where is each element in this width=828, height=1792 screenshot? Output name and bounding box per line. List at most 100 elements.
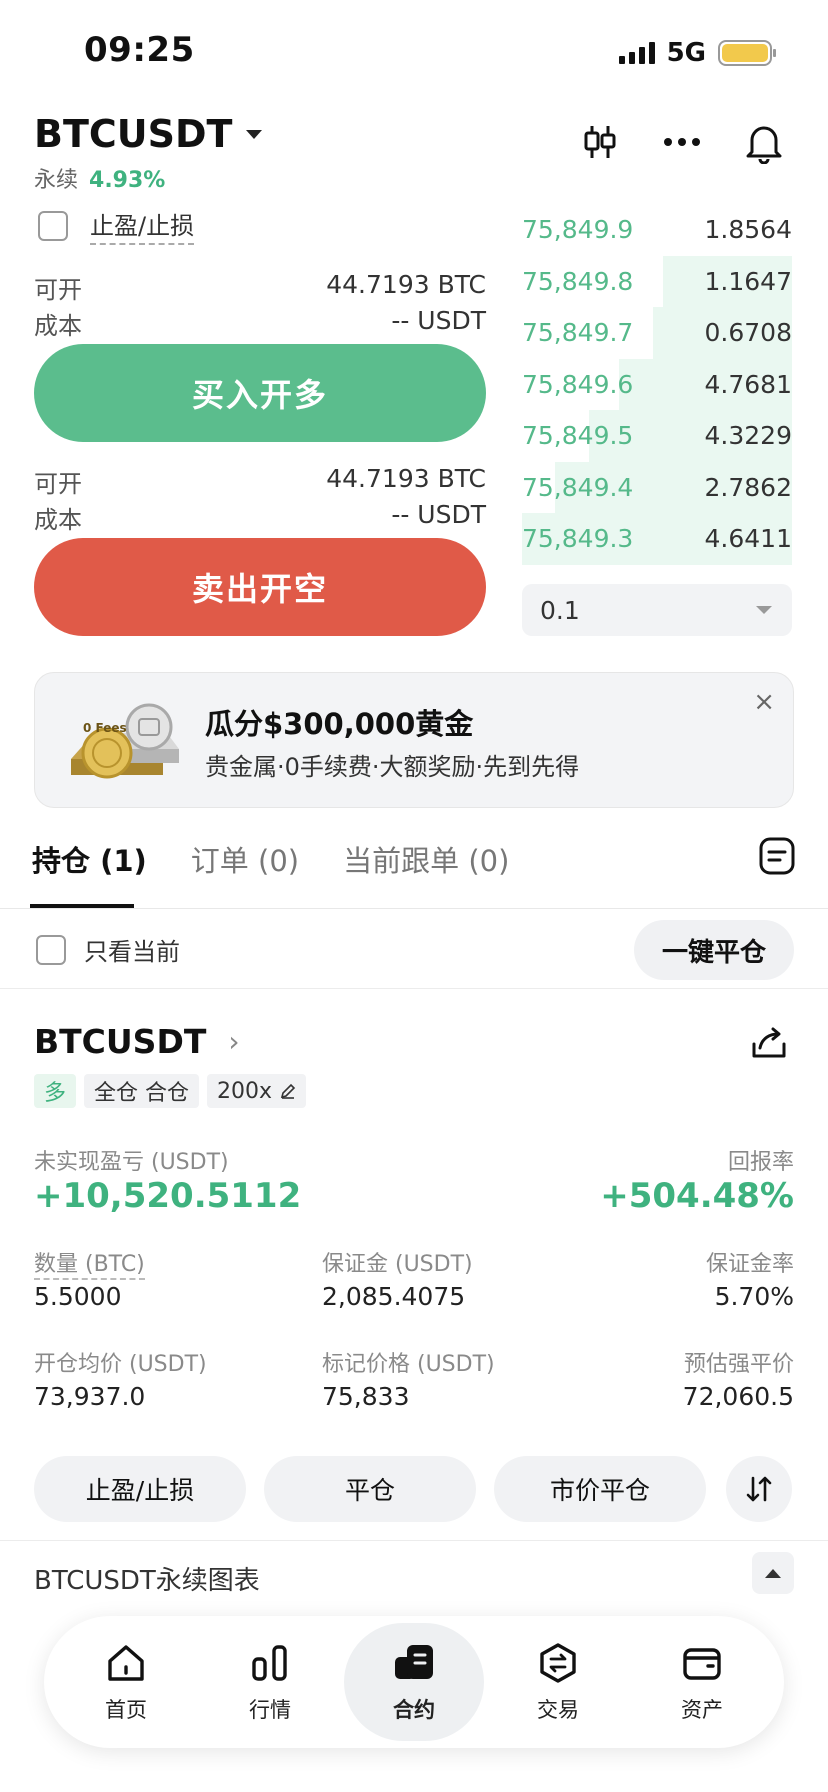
home-icon — [103, 1640, 149, 1686]
gold-bars-image: 0 Fees — [63, 701, 215, 785]
status-time: 09:25 — [84, 30, 195, 70]
trade-icon — [535, 1640, 581, 1686]
order-history-icon[interactable] — [758, 836, 796, 876]
nav-home[interactable]: 首页 — [56, 1623, 196, 1741]
buy-available-row: 可开 44.7193 BTC — [34, 270, 486, 305]
share-icon[interactable] — [750, 1026, 788, 1062]
tpsl-checkbox[interactable] — [38, 210, 68, 241]
order-book-row[interactable]: 75,849.9 1.8564 — [522, 204, 792, 256]
tpsl-label: 止盈/止损 — [90, 206, 195, 245]
position-symbol: BTCUSDT — [34, 1022, 207, 1061]
tab-orders[interactable]: 订单 (0) — [191, 838, 299, 880]
mark-price-label: 标记价格 (USDT) — [322, 1352, 495, 1377]
entry-price-value: 73,937.0 — [34, 1382, 146, 1411]
swap-icon — [746, 1476, 772, 1502]
margin-value: 2,085.4075 — [322, 1282, 466, 1311]
unrealized-pnl-label: 未实现盈亏 (USDT) — [34, 1150, 229, 1175]
contract-type: 永续 — [34, 168, 79, 193]
ask-quantity: 1.1647 — [704, 266, 792, 296]
nav-home-label: 首页 — [105, 1698, 147, 1722]
ask-price: 75,849.6 — [522, 369, 634, 399]
nav-trade[interactable]: 交易 — [488, 1623, 628, 1741]
close-all-button[interactable]: 一键平仓 — [634, 920, 794, 980]
precision-select[interactable]: 0.1 — [522, 584, 792, 636]
margin-label: 保证金 (USDT) — [322, 1252, 473, 1277]
ask-price: 75,849.5 — [522, 421, 634, 451]
order-book-row[interactable]: 75,849.5 4.3229 — [522, 410, 792, 462]
quantity-value: 5.5000 — [34, 1282, 122, 1311]
position-tabs: 持仓 (1) 订单 (0) 当前跟单 (0) — [32, 838, 509, 880]
ask-quantity: 4.7681 — [704, 369, 792, 399]
chevron-up-icon — [765, 1568, 781, 1578]
order-book-row[interactable]: 75,849.3 4.6411 — [522, 513, 792, 565]
nav-assets[interactable]: 资产 — [632, 1623, 772, 1741]
buy-available-label: 可开 — [34, 276, 82, 304]
close-position-button[interactable]: 平仓 — [264, 1456, 476, 1522]
edit-icon — [280, 1083, 296, 1099]
mark-price-value: 75,833 — [322, 1382, 410, 1411]
nav-futures-label: 合约 — [393, 1698, 435, 1722]
sell-cost-value: -- USDT — [391, 500, 486, 529]
chevron-right-icon: › — [228, 1025, 240, 1058]
nav-assets-label: 资产 — [681, 1698, 723, 1722]
order-book-row[interactable]: 75,849.7 0.6708 — [522, 307, 792, 359]
signal-icon — [618, 42, 655, 64]
chart-section-title: BTCUSDT永续图表 — [34, 1566, 260, 1596]
side-tag: 多 — [34, 1074, 77, 1108]
unrealized-pnl-value: +10,520.5112 — [34, 1176, 302, 1216]
margin-ratio-value: 5.70% — [714, 1282, 794, 1311]
network-label: 5G — [666, 38, 706, 68]
nav-markets[interactable]: 行情 — [200, 1623, 340, 1741]
order-book-row[interactable]: 75,849.6 4.7681 — [522, 358, 792, 410]
tpsl-button[interactable]: 止盈/止损 — [34, 1456, 246, 1522]
banner-image-text: 0 Fees — [83, 721, 127, 735]
chart-collapse-button[interactable] — [752, 1552, 794, 1594]
entry-price-label: 开仓均价 (USDT) — [34, 1352, 207, 1377]
reverse-position-button[interactable] — [726, 1456, 792, 1522]
market-close-button[interactable]: 市价平仓 — [494, 1456, 706, 1522]
promo-banner[interactable]: 0 Fees 瓜分$300,000黄金 贵金属·0手续费·大额奖励·先到先得 × — [34, 672, 794, 808]
sell-short-button[interactable]: 卖出开空 — [34, 538, 486, 636]
ask-quantity: 1.8564 — [704, 215, 792, 245]
status-indicators: 5G — [618, 38, 776, 68]
markets-icon — [247, 1640, 293, 1686]
ask-quantity: 4.3229 — [704, 421, 792, 451]
leverage-tag[interactable]: 200x — [207, 1074, 307, 1108]
position-tags: 多 全仓 合仓 200x — [34, 1074, 307, 1108]
more-icon[interactable] — [660, 120, 704, 164]
sell-cost-label: 成本 — [34, 506, 82, 534]
symbol-title: BTCUSDT — [34, 112, 233, 156]
battery-icon — [718, 40, 776, 66]
ask-price: 75,849.3 — [522, 524, 634, 554]
bell-icon[interactable] — [742, 120, 786, 164]
roe-value: +504.48% — [600, 1176, 794, 1216]
ask-quantity: 0.6708 — [704, 318, 792, 348]
order-book-row[interactable]: 75,849.4 2.7862 — [522, 461, 792, 513]
sell-cost-row: 成本 -- USDT — [34, 500, 486, 535]
ask-price: 75,849.8 — [522, 266, 634, 296]
candlestick-icon[interactable] — [578, 120, 622, 164]
change-percent: 4.93% — [89, 168, 166, 193]
margin-mode-tag: 全仓 合仓 — [84, 1074, 200, 1108]
tab-positions[interactable]: 持仓 (1) — [32, 838, 147, 880]
ask-price: 75,849.4 — [522, 472, 634, 502]
buy-cost-label: 成本 — [34, 312, 82, 340]
liq-price-value: 72,060.5 — [682, 1382, 794, 1411]
tpsl-toggle[interactable]: 止盈/止损 — [38, 206, 195, 245]
buy-long-button[interactable]: 买入开多 — [34, 344, 486, 442]
ask-price: 75,849.9 — [522, 215, 634, 245]
sell-available-label: 可开 — [34, 470, 82, 498]
symbol-selector[interactable]: BTCUSDT — [34, 112, 263, 156]
sell-available-row: 可开 44.7193 BTC — [34, 464, 486, 499]
margin-ratio-label: 保证金率 — [705, 1252, 794, 1277]
divider — [0, 908, 828, 909]
nav-futures[interactable]: 合约 — [344, 1623, 484, 1741]
close-icon[interactable]: × — [753, 687, 775, 717]
ask-quantity: 4.6411 — [704, 524, 792, 554]
position-symbol-link[interactable]: BTCUSDT › — [34, 1022, 240, 1061]
current-only-checkbox[interactable] — [36, 934, 66, 965]
current-only-filter[interactable]: 只看当前 — [36, 932, 180, 967]
leverage-value: 200x — [217, 1078, 273, 1104]
order-book-row[interactable]: 75,849.8 1.1647 — [522, 255, 792, 307]
tab-copy-trades[interactable]: 当前跟单 (0) — [343, 838, 509, 880]
